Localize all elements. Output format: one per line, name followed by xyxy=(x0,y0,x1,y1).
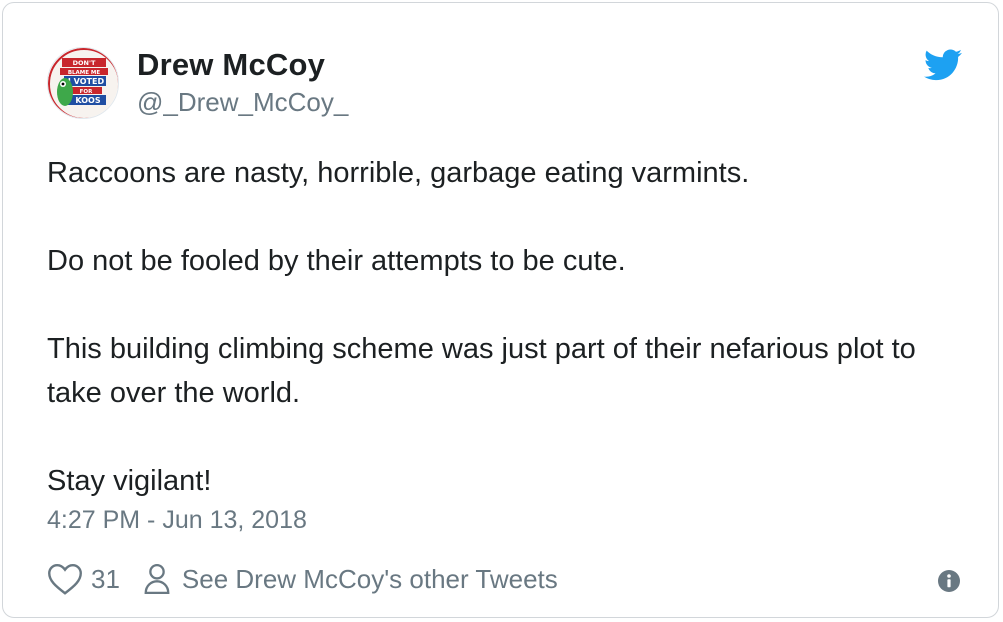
info-icon[interactable] xyxy=(937,569,961,593)
embedded-tweet-card: DON'T BLAME ME I VOTED FOR KOOS Drew McC… xyxy=(2,2,999,618)
tweet-paragraph-3: This building climbing scheme was just p… xyxy=(47,333,916,409)
tweet-text: Raccoons are nasty, horrible, garbage ea… xyxy=(47,151,947,503)
avatar[interactable]: DON'T BLAME ME I VOTED FOR KOOS xyxy=(47,47,119,119)
avatar-text-line3: I VOTED xyxy=(68,77,105,86)
tweet-timestamp[interactable]: 4:27 PM - Jun 13, 2018 xyxy=(47,506,307,535)
twitter-bird-icon[interactable] xyxy=(924,49,962,81)
avatar-text-line2: BLAME ME xyxy=(68,70,101,76)
person-icon xyxy=(144,563,170,595)
avatar-text-line5: KOOS xyxy=(75,96,100,105)
tweet-actions: 31 See Drew McCoy's other Tweets xyxy=(47,559,558,599)
tweet-paragraph-1: Raccoons are nasty, horrible, garbage ea… xyxy=(47,157,750,189)
avatar-text-line4: FOR xyxy=(80,89,93,95)
like-count[interactable]: 31 xyxy=(91,564,120,595)
tweet-paragraph-2: Do not be fooled by their attempts to be… xyxy=(47,245,626,277)
heart-icon[interactable] xyxy=(47,562,83,596)
author-name[interactable]: Drew McCoy xyxy=(137,47,325,83)
avatar-image: DON'T BLAME ME I VOTED FOR KOOS xyxy=(48,48,118,118)
tweet-paragraph-4: Stay vigilant! xyxy=(47,465,212,497)
avatar-text-line1: DON'T xyxy=(73,59,96,67)
author-handle[interactable]: @_Drew_McCoy_ xyxy=(137,87,348,118)
see-other-tweets-link[interactable]: See Drew McCoy's other Tweets xyxy=(182,564,558,595)
